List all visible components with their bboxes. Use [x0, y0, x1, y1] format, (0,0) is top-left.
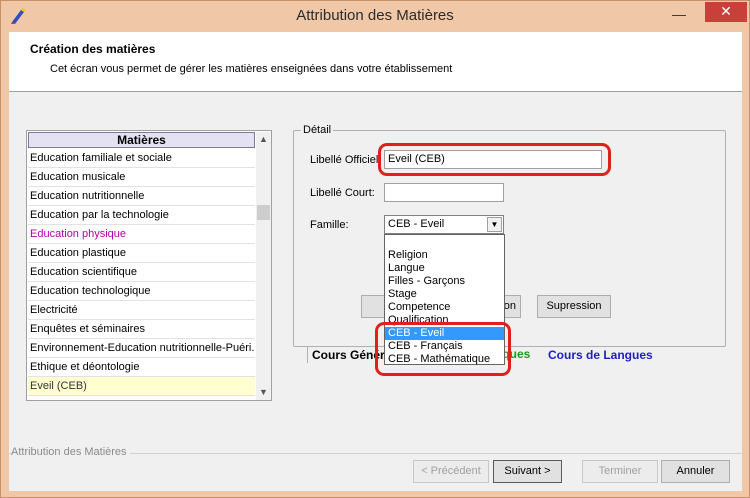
list-item[interactable]: Education physique — [28, 225, 255, 244]
scroll-up-icon[interactable]: ▲ — [256, 132, 271, 147]
list-item[interactable]: Environnement-Education nutritionnelle-P… — [28, 339, 255, 358]
subjects-list-items: Education familiale et sociale Education… — [28, 149, 255, 396]
supression-button[interactable]: Supression — [537, 295, 611, 318]
list-item[interactable]: Ethique et déontologie — [28, 358, 255, 377]
dropdown-option[interactable]: CEB - Français — [385, 340, 504, 353]
minimize-button[interactable]: — — [666, 7, 692, 25]
scroll-thumb[interactable] — [257, 205, 270, 220]
scroll-down-icon[interactable]: ▼ — [256, 385, 271, 400]
wizard-client-area: Création des matières Cet écran vous per… — [9, 32, 742, 491]
list-item[interactable]: Education plastique — [28, 244, 255, 263]
list-item[interactable]: Education scientifique — [28, 263, 255, 282]
list-item[interactable]: Enquêtes et séminaires — [28, 320, 255, 339]
footer-caption: Attribution des Matières — [11, 446, 130, 458]
libelle-court-input[interactable] — [384, 183, 504, 202]
dropdown-option[interactable]: Qualification — [385, 314, 504, 327]
terminer-button[interactable]: Terminer — [582, 460, 658, 483]
app-window: Attribution des Matières — ✕ Création de… — [0, 0, 750, 498]
libelle-court-label: Libellé Court: — [310, 187, 375, 199]
dropdown-option[interactable]: Competence — [385, 301, 504, 314]
dropdown-option[interactable]: CEB - Mathématique — [385, 353, 504, 366]
tab-cours-pratiques[interactable]: iques — [499, 346, 545, 363]
dropdown-option[interactable]: Langue — [385, 262, 504, 275]
page-description: Cet écran vous permet de gérer les matiè… — [50, 63, 453, 75]
chevron-down-icon[interactable]: ▼ — [487, 217, 502, 232]
window-title: Attribution des Matières — [296, 7, 454, 24]
close-button[interactable]: ✕ — [705, 2, 747, 22]
list-item[interactable]: Electricité — [28, 301, 255, 320]
list-item[interactable]: Education technologique — [28, 282, 255, 301]
tab-cours-generaux[interactable]: Cours Génér — [307, 346, 395, 363]
list-item[interactable]: Education nutritionnelle — [28, 187, 255, 206]
list-scrollbar[interactable]: ▲ ▼ — [256, 132, 271, 400]
precedent-button[interactable]: < Précédent — [413, 460, 489, 483]
suivant-button[interactable]: Suivant > — [493, 460, 562, 483]
famille-select-value: CEB - Eveil — [388, 218, 445, 230]
page-title: Création des matières — [30, 42, 156, 56]
title-bar[interactable]: Attribution des Matières — ✕ — [1, 1, 749, 32]
famille-dropdown-list[interactable]: Religion Langue Filles - Garçons Stage C… — [384, 234, 505, 365]
list-item[interactable]: Education familiale et sociale — [28, 149, 255, 168]
libelle-officiel-input[interactable]: Eveil (CEB) — [384, 150, 602, 169]
subjects-listbox[interactable]: Matières Education familiale et sociale … — [26, 130, 272, 401]
subjects-list-header: Matières — [28, 132, 255, 148]
dropdown-option[interactable]: Stage — [385, 288, 504, 301]
famille-label: Famille: — [310, 219, 349, 231]
detail-action-button-label: on — [503, 300, 516, 312]
detail-legend: Détail — [301, 124, 334, 136]
list-item[interactable]: Education par la technologie — [28, 206, 255, 225]
libelle-officiel-label: Libellé Officiel: — [310, 154, 382, 166]
list-item[interactable]: Education musicale — [28, 168, 255, 187]
list-item-selected[interactable]: Eveil (CEB) — [28, 377, 255, 396]
wizard-header: Création des matières Cet écran vous per… — [9, 32, 742, 92]
dropdown-option[interactable]: Filles - Garçons — [385, 275, 504, 288]
dropdown-option[interactable]: Religion — [385, 249, 504, 262]
tab-cours-de-langues[interactable]: Cours de Langues — [544, 346, 656, 363]
dropdown-option-selected[interactable]: CEB - Eveil — [385, 327, 504, 340]
famille-select[interactable]: CEB - Eveil ▼ — [384, 215, 504, 234]
annuler-button[interactable]: Annuler — [661, 460, 730, 483]
